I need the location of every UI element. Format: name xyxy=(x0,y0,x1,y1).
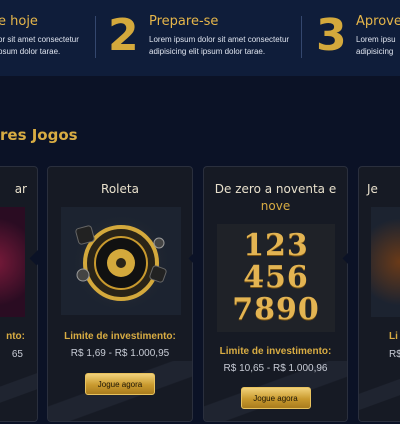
numbers-art-line1: 123 xyxy=(243,228,309,263)
step-divider xyxy=(301,16,302,58)
card-title: ar xyxy=(14,182,27,196)
numbers-image: 123 456 7890 xyxy=(217,224,335,332)
step-1-title: e hoje xyxy=(0,14,38,29)
game-card-zero-noventa-nove[interactable]: De zero a noventa e nove 123 456 7890 Li… xyxy=(203,166,348,422)
card-range: R$ 1,69 - R$ 1.000,95 xyxy=(70,348,170,359)
numbers-art-line2: 456 xyxy=(243,260,309,295)
card-stripe xyxy=(359,361,400,421)
step-3-title: Aprovei xyxy=(356,14,400,29)
card-title-line2: nove xyxy=(260,199,291,213)
card-range: R$ xyxy=(389,349,400,360)
step-2-desc-line1: Lorem ipsum dolor sit amet consectetur xyxy=(149,35,290,44)
card-stripe xyxy=(0,361,37,421)
play-now-button[interactable]: Jogue agora xyxy=(240,387,311,409)
step-1: e hoje or sit amet consectetur psum dolo… xyxy=(0,0,100,76)
step-2-desc-line2: adipisicing elit ipsum dolor tarae. xyxy=(149,47,266,56)
card-title: Je xyxy=(367,182,378,196)
step-3-number: 3 xyxy=(316,10,347,61)
step-3-desc-line2: adipisicing xyxy=(356,47,394,56)
step-2-title: Prepare-se xyxy=(149,14,219,29)
step-1-desc-line1: or sit amet consectetur xyxy=(0,35,79,44)
step-1-desc: or sit amet consectetur psum dolor tarae… xyxy=(0,34,79,58)
step-3-desc: Lorem ipsu adipisicing xyxy=(356,34,396,58)
game-card[interactable]: ar nto: 65 xyxy=(0,166,38,422)
roulette-image xyxy=(61,207,181,315)
steps-band: e hoje or sit amet consectetur psum dolo… xyxy=(0,0,400,76)
card-limit-label: Li xyxy=(389,331,398,342)
card-title: Roleta xyxy=(101,182,139,196)
game-image xyxy=(0,207,25,317)
card-limit-label: Limite de investimento: xyxy=(219,346,332,357)
card-limit-label: Limite de investimento: xyxy=(64,331,176,342)
step-divider xyxy=(95,16,96,58)
section-title: res Jogos xyxy=(0,126,78,144)
card-range: 65 xyxy=(11,349,23,360)
roulette-icon xyxy=(71,213,171,313)
step-3: 3 Aprovei Lorem ipsu adipisicing xyxy=(316,0,400,76)
play-now-button[interactable]: Jogue agora xyxy=(85,373,155,395)
step-2-number: 2 xyxy=(108,10,139,61)
card-title-line1: De zero a noventa e xyxy=(214,182,337,196)
game-image xyxy=(371,207,400,317)
numbers-art-line3: 7890 xyxy=(232,292,320,327)
card-range: R$ 10,65 - R$ 1.000,96 xyxy=(223,363,328,374)
step-3-desc-line1: Lorem ipsu xyxy=(356,35,396,44)
game-card[interactable]: Je Li R$ xyxy=(358,166,400,422)
step-2-desc: Lorem ipsum dolor sit amet consectetur a… xyxy=(149,34,289,58)
step-1-desc-line2: psum dolor tarae. xyxy=(0,47,61,56)
step-2: 2 Prepare-se Lorem ipsum dolor sit amet … xyxy=(108,0,298,76)
card-limit-label: nto: xyxy=(6,331,25,342)
game-card-roleta[interactable]: Roleta Limite de investimento: R$ 1,69 -… xyxy=(47,166,193,422)
